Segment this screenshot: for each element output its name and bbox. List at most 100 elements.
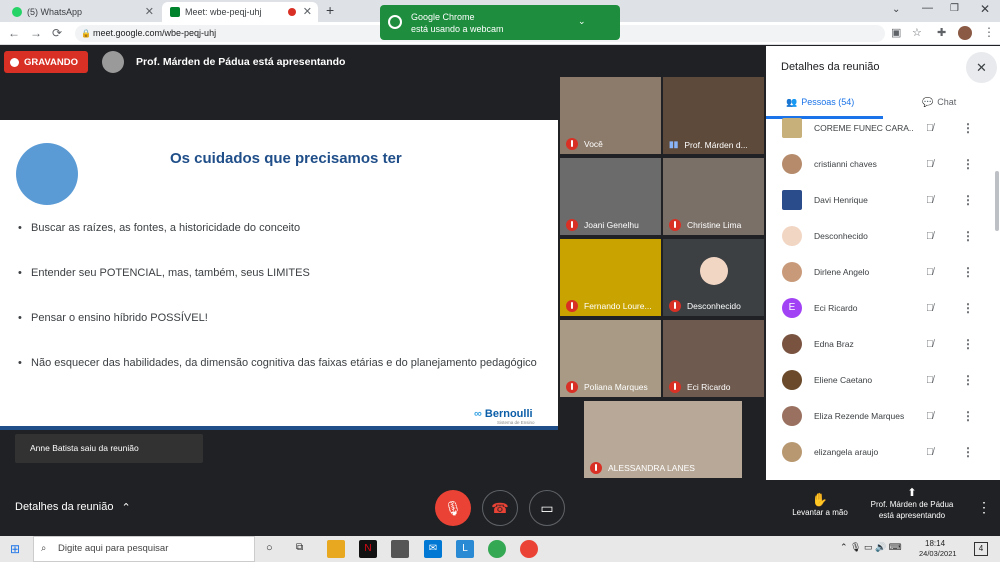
new-tab-button[interactable]: + — [326, 2, 334, 18]
recording-label: GRAVANDO — [24, 56, 79, 68]
clock-time: 18:14 — [925, 539, 946, 548]
participant-tile[interactable]: Você — [560, 77, 661, 154]
mic-off-icon: 🎙̸ — [926, 374, 934, 386]
minimize-button[interactable]: — — [922, 2, 933, 14]
camera-toggle-button[interactable]: ▭ — [529, 490, 565, 526]
forward-button[interactable]: → — [30, 26, 42, 40]
recording-dot-icon — [288, 8, 296, 16]
star-icon[interactable]: ☆ — [912, 26, 922, 39]
presenting-button[interactable]: ⬆ Prof. Márden de Pádua está apresentando — [862, 488, 962, 521]
list-item[interactable]: Eliene Caetano 🎙̸ ⋮ — [766, 362, 996, 398]
lock-icon: 🔒 — [81, 29, 91, 38]
participant-tile[interactable]: Christine Lima — [663, 158, 764, 235]
chrome-active-icon[interactable] — [520, 540, 538, 558]
notification-title: Google Chrome — [411, 12, 475, 22]
tab-chat[interactable]: 💬 Chat — [922, 97, 956, 108]
slide-bullet: • Não esquecer das habilidades, da dimen… — [18, 357, 537, 369]
list-item[interactable]: elizangela araujo 🎙̸ ⋮ — [766, 434, 996, 470]
mic-off-icon: 🎙̸ — [926, 446, 934, 458]
list-item[interactable]: Davi Henrique 🎙̸ ⋮ — [766, 182, 996, 218]
search-input[interactable]: ⌕ Digite aqui para pesquisar — [33, 536, 255, 562]
close-tab-icon[interactable]: ✕ — [303, 5, 312, 18]
extensions-icon[interactable]: ✚ — [937, 26, 946, 39]
mic-off-icon: 🎙 — [444, 499, 462, 516]
mic-off-icon — [590, 462, 602, 474]
participant-tile[interactable]: Desconhecido — [663, 239, 764, 316]
list-item[interactable]: Edna Braz 🎙̸ ⋮ — [766, 326, 996, 362]
windows-start-icon[interactable]: ⊞ — [10, 542, 20, 556]
panel-title: Detalhes da reunião — [781, 61, 880, 73]
close-panel-button[interactable]: ✕ — [966, 52, 997, 83]
participant-tile[interactable]: Joani Genelhu — [560, 158, 661, 235]
notification-text: está usando a webcam — [411, 24, 504, 34]
presenter-avatar — [102, 51, 124, 73]
mic-toggle-button[interactable]: 🎙 — [435, 490, 471, 526]
slide-bullet: • Buscar as raízes, as fontes, a histori… — [18, 222, 301, 234]
tab-whatsapp[interactable]: (5) WhatsApp ✕ — [4, 2, 160, 22]
task-view-icon[interactable]: ⧉ — [296, 542, 303, 553]
maximize-button[interactable]: ❐ — [950, 3, 959, 14]
notifications-icon[interactable]: 4 — [974, 542, 988, 556]
more-options-icon: ⋮ — [962, 229, 974, 243]
lync-icon[interactable]: L — [456, 540, 474, 558]
scrollbar[interactable] — [995, 171, 999, 231]
list-item[interactable]: cristianni chaves 🎙̸ ⋮ — [766, 146, 996, 182]
tab-meet[interactable]: Meet: wbe-peqj-uhj ✕ — [162, 2, 318, 22]
hang-up-icon: ☎ — [491, 499, 509, 516]
whatsapp-icon — [12, 7, 22, 17]
mic-off-icon — [566, 300, 578, 312]
chat-icon: 💬 — [922, 97, 934, 107]
raise-hand-button[interactable]: ✋ Levantar a mão — [787, 492, 853, 517]
webcam-notification[interactable]: Google Chrome está usando a webcam ⌄ — [380, 5, 620, 40]
camera-icon[interactable]: ▣ — [891, 26, 901, 39]
mic-off-icon — [566, 219, 578, 231]
mic-off-icon: 🎙̸ — [926, 230, 934, 242]
back-button[interactable]: ← — [8, 26, 20, 40]
chevron-down-icon[interactable]: ⌄ — [578, 16, 586, 27]
netflix-icon[interactable]: N — [359, 540, 377, 558]
participant-tile[interactable]: ALESSANDRA LANES — [584, 401, 742, 478]
participant-tile[interactable]: Eci Ricardo — [663, 320, 764, 397]
participant-tile[interactable]: Fernando Loure... — [560, 239, 661, 316]
more-options-icon: ⋮ — [962, 121, 974, 135]
chrome-icon[interactable] — [488, 540, 506, 558]
more-options-icon: ⋮ — [962, 157, 974, 171]
more-options-icon[interactable]: ⋮ — [977, 499, 991, 516]
tab-search-icon[interactable]: ⌄ — [892, 4, 900, 15]
tab-people[interactable]: 👥 Pessoas (54) — [786, 97, 854, 108]
mail-icon[interactable]: ✉ — [424, 540, 442, 558]
close-window-button[interactable]: ✕ — [980, 2, 990, 16]
mic-off-icon: 🎙̸ — [926, 338, 934, 350]
list-item[interactable]: Dirlene Angelo 🎙̸ ⋮ — [766, 254, 996, 290]
file-explorer-icon[interactable] — [327, 540, 345, 558]
clock-date: 24/03/2021 — [919, 549, 957, 558]
more-options-icon: ⋮ — [962, 265, 974, 279]
details-button[interactable]: Detalhes da reunião ⌃ — [15, 501, 131, 514]
url-text: meet.google.com/wbe-peqj-uhj — [93, 28, 217, 38]
list-item[interactable]: COREME FUNEC CARA... 🎙̸ ⋮ — [766, 110, 996, 146]
store-icon[interactable] — [391, 540, 409, 558]
menu-icon[interactable]: ⋮ — [983, 25, 995, 39]
list-item[interactable]: Desconhecido 🎙̸ ⋮ — [766, 218, 996, 254]
logo-subtitle: Sistema de Ensino — [497, 420, 535, 425]
people-icon: 👥 — [786, 97, 798, 107]
participant-tile[interactable]: Poliana Marques — [560, 320, 661, 397]
speaking-icon: ▮▮ — [669, 139, 679, 149]
record-icon — [10, 57, 19, 67]
close-tab-icon[interactable]: ✕ — [145, 5, 154, 18]
participant-tile[interactable]: ▮▮ Prof. Márden d... — [663, 77, 764, 154]
participant-list: COREME FUNEC CARA... 🎙̸ ⋮ cristianni chave… — [766, 110, 996, 480]
list-item[interactable]: Eliza Rezende Marques 🎙̸ ⋮ — [766, 398, 996, 434]
webcam-icon — [388, 15, 402, 29]
meet-icon — [170, 7, 180, 17]
toast-message: Anne Batista saiu da reunião — [15, 434, 203, 463]
list-item[interactable]: E Eci Ricardo 🎙̸ ⋮ — [766, 290, 996, 326]
cortana-icon[interactable]: ○ — [266, 542, 273, 554]
meeting-stage: GRAVANDO Prof. Márden de Pádua está apre… — [0, 46, 766, 480]
meeting-controls: Detalhes da reunião ⌃ 🎙 ☎ ▭ ✋ Levantar a m… — [0, 480, 1000, 536]
tab-label: (5) WhatsApp — [27, 7, 83, 17]
tray-icons[interactable]: ⌃ 🎙 ▭ 🔊 ⌨ — [840, 542, 902, 553]
leave-call-button[interactable]: ☎ — [482, 490, 518, 526]
profile-avatar[interactable] — [958, 26, 972, 40]
reload-button[interactable]: ⟳ — [52, 26, 62, 40]
